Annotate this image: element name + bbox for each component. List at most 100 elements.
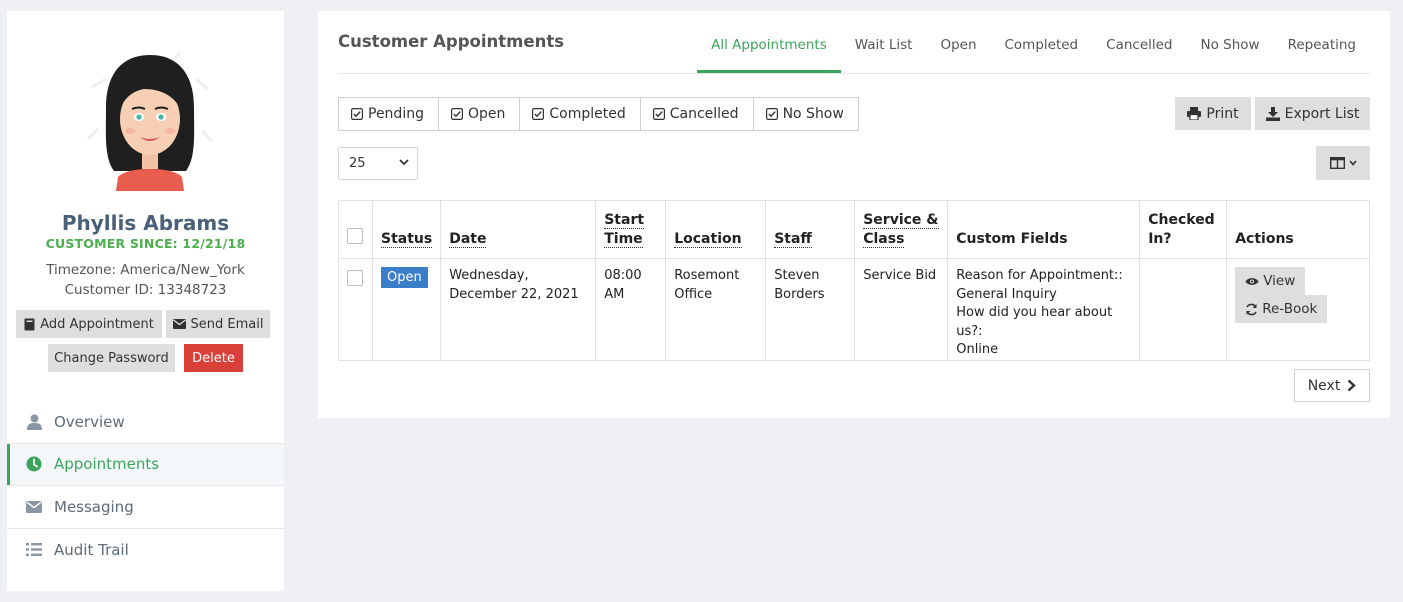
status-filter-group: Pending Open Completed Cancelled No Show [338,97,859,131]
tab-no-show[interactable]: No Show [1187,25,1274,73]
tabs-divider [338,73,1370,74]
page-title: Customer Appointments [338,32,565,51]
customer-timezone: Timezone: America/New_York [46,262,245,278]
location-cell: Rosemont Office [665,258,767,361]
filter-label: Completed [549,106,626,122]
filter-completed[interactable]: Completed [520,98,641,130]
tab-open[interactable]: Open [926,25,990,73]
change-password-button[interactable]: Change Password [48,344,175,372]
sidebar-item-overview[interactable]: Overview [7,401,284,444]
service-cell: Service Bid [854,258,949,361]
filter-label: Cancelled [669,106,739,122]
clock-icon [25,455,43,473]
column-visibility-button[interactable] [1316,146,1370,180]
location-header[interactable]: Location [665,200,767,259]
refresh-icon [1246,303,1257,315]
delete-label: Delete [192,350,235,366]
filter-label: No Show [782,106,844,122]
customer-profile-panel: Phyllis Abrams CUSTOMER SINCE: 12/21/18 … [7,11,284,591]
start-time-header[interactable]: Start Time [595,200,667,259]
checked-box-icon [532,108,545,120]
send-email-label: Send Email [190,316,264,332]
checked-box-icon [652,108,665,120]
rebook-label: Re-Book [1262,300,1318,317]
status-header[interactable]: Status [371,200,442,259]
page-size-select[interactable]: 25 [338,147,418,180]
select-all-header [338,200,373,259]
print-button[interactable]: Print [1175,97,1251,130]
send-email-button[interactable]: Send Email [166,310,270,338]
user-icon [25,413,43,431]
delete-customer-button[interactable]: Delete [184,344,243,372]
actions-header: Actions [1226,200,1370,259]
printer-icon [1187,107,1202,120]
download-icon [1265,106,1280,121]
sidebar-item-audit-trail[interactable]: Audit Trail [7,529,284,572]
customer-id: Customer ID: 13348723 [64,282,227,298]
staff-cell: Steven Borders [765,258,856,361]
envelope-icon [25,498,43,516]
row-checkbox[interactable] [347,270,363,286]
tab-cancelled[interactable]: Cancelled [1092,25,1186,73]
tab-wait-list[interactable]: Wait List [841,25,927,73]
custom-fields-header: Custom Fields [947,200,1141,259]
filter-label: Open [467,106,506,122]
select-all-checkbox[interactable] [347,228,363,244]
filter-no-show[interactable]: No Show [753,98,858,130]
filter-open[interactable]: Open [438,98,521,130]
row-select-cell [338,258,373,361]
appointments-panel: Customer Appointments All Appointments W… [318,11,1390,418]
appointments-table: Status Date Start Time Location Staff Ser… [338,200,1370,361]
sidebar-item-appointments[interactable]: Appointments [7,443,284,486]
date-cell: Wednesday, December 22, 2021 [440,258,597,361]
start-time-cell: 08:00 AM [595,258,667,361]
filter-cancelled[interactable]: Cancelled [640,98,754,130]
sidebar-item-label: Audit Trail [54,540,129,559]
export-list-button[interactable]: Export List [1255,97,1370,130]
date-header[interactable]: Date [440,200,597,259]
change-password-label: Change Password [54,350,169,366]
status-cell: Open [371,258,442,361]
service-class-header[interactable]: Service & Class [854,200,949,259]
export-list-label: Export List [1284,105,1360,122]
customer-name: Phyllis Abrams [61,211,230,235]
actions-cell: View Re-Book [1226,258,1370,361]
appointment-tabs: All Appointments Wait List Open Complete… [697,25,1370,73]
envelope-icon [172,319,186,329]
staff-header[interactable]: Staff [765,200,856,259]
tab-completed[interactable]: Completed [991,25,1093,73]
checked-in-header: Checked In? [1139,200,1228,259]
tab-repeating[interactable]: Repeating [1274,25,1370,73]
view-label: View [1263,272,1296,289]
next-label: Next [1307,377,1341,394]
sidebar-item-messaging[interactable]: Messaging [7,486,284,529]
sidebar-item-label: Overview [54,412,125,431]
page-size-value: 25 [349,156,366,171]
sidebar-item-label: Messaging [54,497,134,516]
custom-fields-cell: Reason for Appointment:: General Inquiry… [947,258,1141,361]
checked-box-icon [450,108,463,120]
checked-in-cell [1139,258,1228,361]
print-label: Print [1206,105,1239,122]
customer-since: CUSTOMER SINCE: 12/21/18 [45,236,246,251]
eye-icon [1245,277,1259,285]
add-appointment-button[interactable]: Add Appointment [16,310,162,338]
sidebar-item-label: Appointments [54,455,160,474]
view-button[interactable]: View [1235,267,1306,295]
chevron-down-icon [399,159,409,166]
chevron-right-icon [1348,379,1357,392]
tab-all-appointments[interactable]: All Appointments [697,25,841,73]
next-page-button[interactable]: Next [1294,369,1370,402]
filter-label: Pending [368,106,424,122]
status-badge: Open [381,267,428,288]
book-icon [24,318,35,330]
checked-box-icon [765,108,778,120]
add-appointment-label: Add Appointment [40,316,154,332]
chevron-down-icon [1348,160,1357,166]
filter-pending[interactable]: Pending [339,98,439,130]
checked-box-icon [351,108,363,120]
columns-icon [1329,157,1345,169]
rebook-button[interactable]: Re-Book [1235,295,1328,323]
list-icon [25,541,43,559]
customer-avatar [86,51,214,191]
